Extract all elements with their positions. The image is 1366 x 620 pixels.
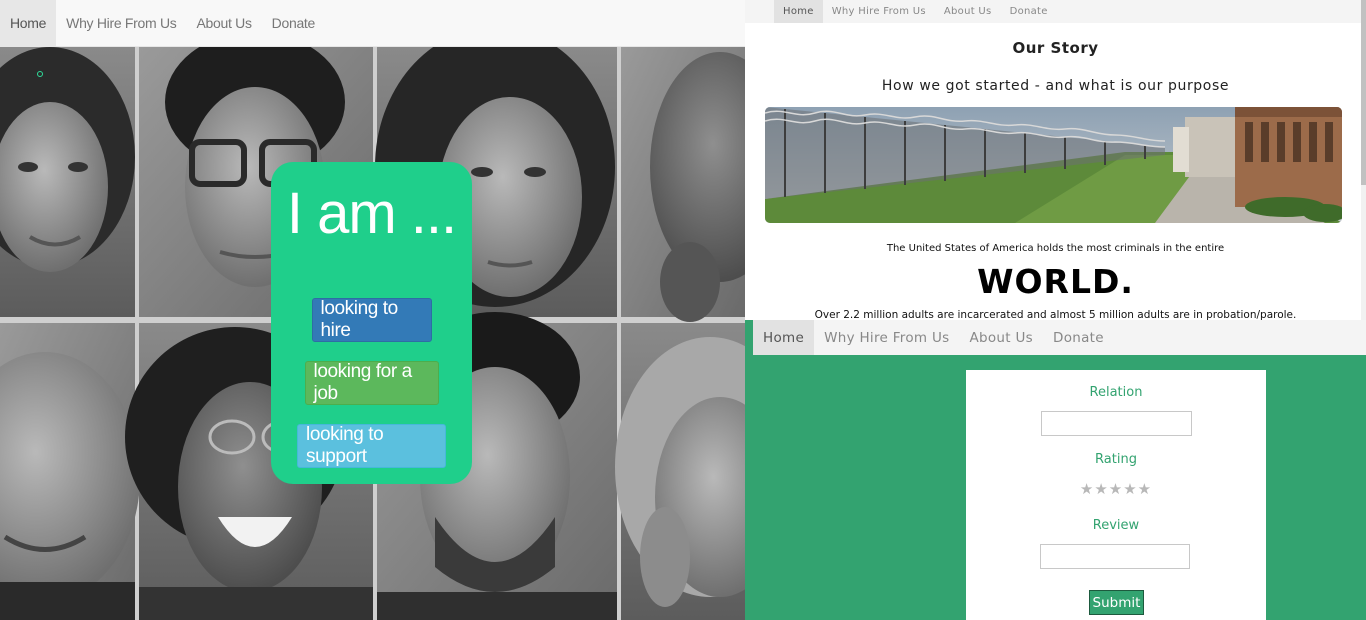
story-navbar: Home Why Hire From Us About Us Donate bbox=[745, 0, 1366, 23]
nav-donate[interactable]: Donate bbox=[1001, 0, 1057, 23]
rating-stars[interactable]: ★★★★★ bbox=[966, 480, 1266, 498]
story-scrollbar[interactable] bbox=[1361, 0, 1366, 320]
prison-fence-photo bbox=[765, 107, 1342, 223]
review-form: Relation Rating ★★★★★ Review Submit bbox=[966, 370, 1266, 620]
landing-navbar: Home Why Hire From Us About Us Donate bbox=[0, 0, 745, 47]
nav-donate[interactable]: Donate bbox=[1043, 320, 1114, 355]
rating-label: Rating bbox=[1095, 452, 1137, 467]
story-scrollbar-thumb[interactable] bbox=[1361, 0, 1366, 185]
story-subtitle: How we got started - and what is our pur… bbox=[881, 78, 1230, 94]
nav-about[interactable]: About Us bbox=[959, 320, 1043, 355]
looking-to-hire-button[interactable]: looking to hire bbox=[311, 298, 432, 342]
nav-why-hire[interactable]: Why Hire From Us bbox=[823, 0, 935, 23]
story-text: The United States of America holds the m… bbox=[886, 243, 1225, 254]
review-input[interactable] bbox=[1040, 544, 1190, 569]
nav-home[interactable]: Home bbox=[753, 320, 815, 355]
nav-home[interactable]: Home bbox=[0, 0, 57, 46]
relation-label: Relation bbox=[1089, 385, 1143, 400]
nav-donate[interactable]: Donate bbox=[262, 0, 325, 46]
nav-why-hire[interactable]: Why Hire From Us bbox=[56, 0, 186, 46]
prison-fence-image bbox=[765, 107, 1342, 223]
relation-input[interactable] bbox=[1041, 411, 1192, 436]
i-am-card: I am ... looking to hire looking for a j… bbox=[271, 162, 472, 484]
review-panel: Home Why Hire From Us About Us Donate Re… bbox=[745, 320, 1366, 620]
indicator-dot bbox=[37, 71, 43, 77]
landing-page-panel: Home Why Hire From Us About Us Donate I … bbox=[0, 0, 745, 620]
looking-for-job-button[interactable]: looking for a job bbox=[304, 361, 439, 405]
nav-home[interactable]: Home bbox=[774, 0, 823, 23]
world-emphasis: WORLD. bbox=[977, 262, 1134, 301]
looking-to-support-button[interactable]: looking to support bbox=[297, 424, 446, 468]
i-am-title: I am ... bbox=[286, 181, 457, 246]
story-title: Our Story bbox=[1012, 39, 1099, 57]
incarceration-stat: Over 2.2 million adults are incarcerated… bbox=[814, 309, 1297, 320]
our-story-panel: Home Why Hire From Us About Us Donate Ou… bbox=[745, 0, 1366, 320]
nav-about[interactable]: About Us bbox=[935, 0, 1001, 23]
review-label: Review bbox=[1092, 518, 1140, 533]
nav-about[interactable]: About Us bbox=[186, 0, 261, 46]
nav-why-hire[interactable]: Why Hire From Us bbox=[814, 320, 959, 355]
review-navbar: Home Why Hire From Us About Us Donate bbox=[753, 320, 1366, 355]
submit-button[interactable]: Submit bbox=[1089, 590, 1144, 615]
